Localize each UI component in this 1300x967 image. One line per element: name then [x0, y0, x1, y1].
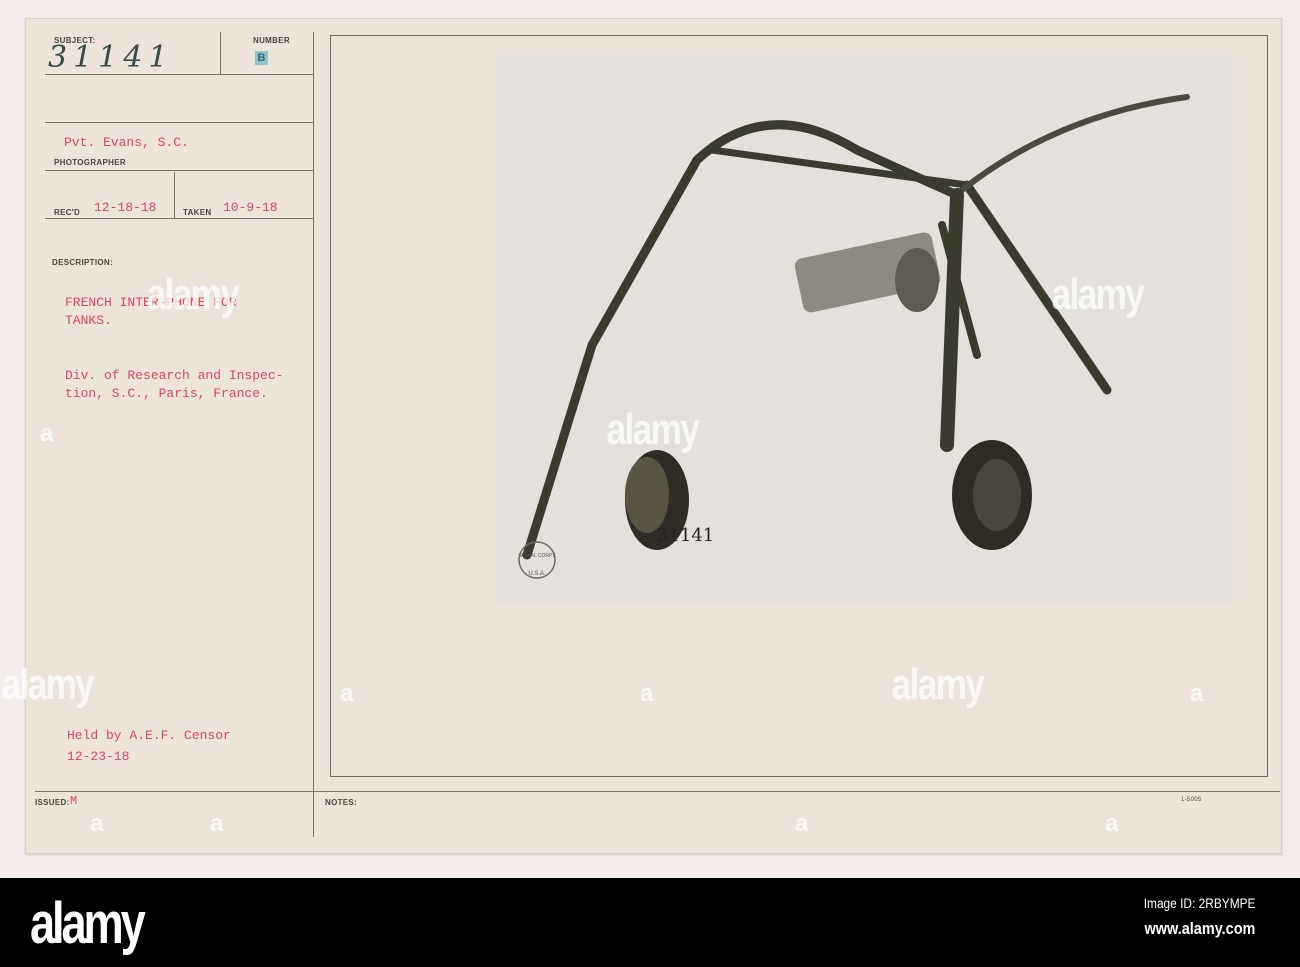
recd-value: 12-18-18 — [94, 200, 157, 215]
divider — [220, 32, 221, 74]
description-line: Div. of Research and Inspec- — [65, 368, 284, 383]
watermark-letter: a — [40, 420, 54, 447]
headset-image — [518, 94, 1190, 579]
alamy-logo: alamy — [30, 891, 146, 956]
number-stamp: B — [255, 51, 268, 65]
subject-value: 31141 — [48, 40, 174, 75]
seal-text-top: SIGNAL CORPS — [518, 553, 556, 559]
watermark-letter: a — [90, 810, 104, 837]
taken-label: TAKEN — [183, 208, 212, 217]
description-label: DESCRIPTION: — [52, 258, 113, 267]
description-line: tion, S.C., Paris, France. — [65, 386, 268, 401]
image-id: Image ID: 2RBYMPE — [1143, 895, 1255, 911]
watermark-letter: a — [1105, 810, 1119, 837]
watermark: alamy — [146, 270, 239, 319]
photographer-label: PHOTOGRAPHER — [54, 158, 126, 167]
taken-value: 10-9-18 — [223, 200, 278, 215]
divider — [174, 172, 175, 218]
censor-date: 12-23-18 — [67, 749, 130, 764]
watermark-letter: a — [795, 810, 809, 837]
photographer-value: Pvt. Evans, S.C. — [64, 135, 189, 150]
issued-value: M — [70, 794, 78, 808]
watermark-letter: a — [210, 810, 224, 837]
watermark: alamy — [1051, 270, 1144, 319]
site-url[interactable]: www.alamy.com — [1144, 919, 1255, 939]
negative-number: 31141 — [657, 525, 715, 546]
watermark: alamy — [891, 660, 984, 709]
divider — [45, 218, 313, 219]
description-line: TANKS. — [65, 313, 112, 328]
photograph: 31141 SIGNAL CORPS U.S.A. — [497, 55, 1233, 603]
divider — [45, 122, 313, 123]
watermark: alamy — [1, 660, 94, 709]
watermark-letter: a — [640, 680, 654, 707]
divider — [35, 791, 1280, 792]
seal-text-bottom: U.S.A. — [528, 571, 546, 577]
divider — [45, 170, 313, 171]
watermark-letter: a — [340, 680, 354, 707]
recd-label: REC'D — [54, 208, 81, 217]
number-label: NUMBER — [253, 36, 290, 45]
watermark-letter: a — [1190, 680, 1204, 707]
censor-line: Held by A.E.F. Censor — [67, 728, 231, 743]
watermark: alamy — [606, 405, 699, 454]
issued-label: ISSUED: — [35, 798, 70, 807]
footer-bar: alamy Image ID: 2RBYMPE www.alamy.com — [0, 878, 1300, 967]
divider — [313, 32, 314, 837]
notes-label: NOTES: — [325, 798, 358, 807]
form-number: 1-5005 — [1181, 797, 1202, 803]
